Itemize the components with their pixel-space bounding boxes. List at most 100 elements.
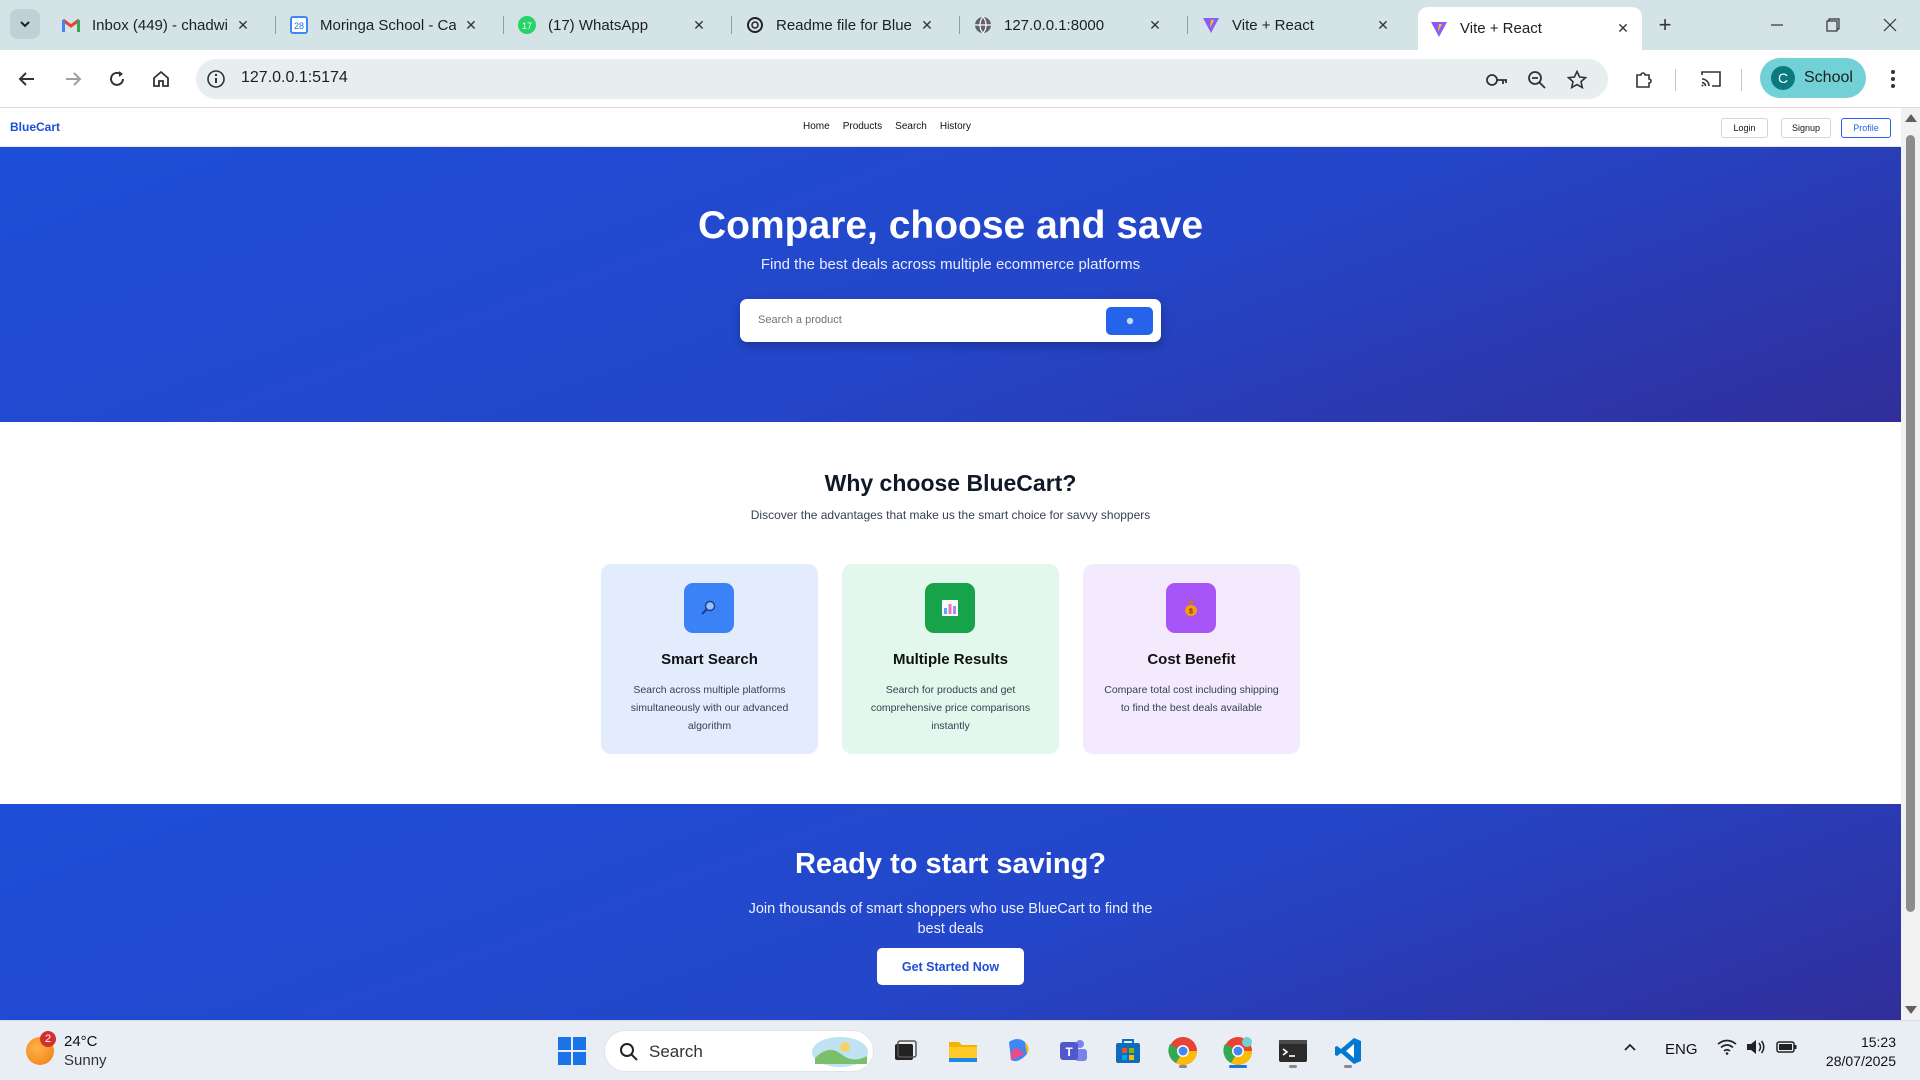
hero-section: Compare, choose and save Find the best d…: [0, 147, 1901, 422]
brand-logo[interactable]: BlueCart: [10, 120, 60, 134]
address-bar[interactable]: 127.0.0.1:5174: [196, 59, 1608, 99]
language-indicator[interactable]: ENG: [1665, 1041, 1698, 1058]
tab-localhost[interactable]: 127.0.0.1:8000 ✕: [962, 7, 1174, 43]
hero-title: Compare, choose and save: [697, 204, 1204, 247]
product-search-input[interactable]: [758, 310, 1088, 330]
close-icon[interactable]: ✕: [1146, 16, 1164, 34]
svg-text:$: $: [1189, 609, 1193, 616]
profile-chip[interactable]: C School: [1760, 58, 1866, 98]
tab-title: Moringa School - Cal: [320, 16, 456, 34]
folder-icon: [949, 1042, 977, 1062]
notification-badge: 2: [40, 1031, 56, 1047]
feature-description: Search for products and get comprehensiv…: [870, 684, 1031, 732]
bar-chart-icon: [925, 583, 975, 633]
chrome-icon: [1168, 1037, 1197, 1065]
magnifier-icon: [684, 583, 734, 633]
feature-title: Cost Benefit: [1147, 651, 1236, 668]
restore-button[interactable]: [1813, 10, 1853, 40]
restore-icon: [1826, 18, 1840, 32]
why-title: Why choose BlueCart?: [824, 470, 1077, 496]
chrome-button-1[interactable]: [1163, 1031, 1203, 1071]
weather-temp: 24°C: [64, 1033, 98, 1050]
file-explorer-button[interactable]: [943, 1031, 983, 1071]
teams-icon: T: [1060, 1040, 1087, 1061]
extensions-button[interactable]: [1630, 65, 1658, 93]
tab-vite-active[interactable]: Vite + React ✕: [1418, 7, 1642, 50]
minimize-button[interactable]: [1757, 10, 1797, 40]
chrome-button-2[interactable]: [1218, 1031, 1258, 1071]
tab-calendar[interactable]: 28 Moringa School - Cal ✕: [278, 7, 490, 43]
close-icon[interactable]: ✕: [918, 16, 936, 34]
store-button[interactable]: [1108, 1031, 1148, 1071]
nav-search-link[interactable]: Search: [895, 121, 927, 132]
feature-description: Compare total cost including shipping to…: [1104, 684, 1279, 714]
scroll-up-arrow-icon[interactable]: [1905, 114, 1917, 122]
chrome-icon: [1223, 1037, 1252, 1065]
wifi-icon[interactable]: [1717, 1039, 1737, 1059]
close-icon[interactable]: ✕: [1374, 16, 1392, 34]
close-window-button[interactable]: [1870, 10, 1910, 40]
page-scrollbar[interactable]: [1901, 108, 1920, 1020]
profile-button[interactable]: Profile: [1841, 118, 1891, 138]
bookmark-star-icon[interactable]: [1566, 69, 1588, 91]
get-started-button[interactable]: Get Started Now: [877, 948, 1024, 985]
browser-toolbar: 127.0.0.1:5174 C School: [0, 50, 1920, 108]
search-submit-button[interactable]: [1106, 307, 1153, 335]
feature-card-multiple-results: Multiple Results Search for products and…: [842, 564, 1059, 754]
home-button[interactable]: [147, 65, 175, 93]
hero-subtitle: Find the best deals across multiple ecom…: [760, 256, 1141, 273]
feature-title: Multiple Results: [892, 651, 1008, 668]
weather-widget[interactable]: 2 24°C Sunny: [26, 1031, 176, 1073]
password-key-icon[interactable]: [1486, 69, 1508, 91]
cast-button[interactable]: [1697, 65, 1725, 93]
close-icon[interactable]: ✕: [1614, 20, 1632, 38]
close-icon[interactable]: ✕: [234, 16, 252, 34]
info-icon[interactable]: [206, 69, 226, 89]
copilot-button[interactable]: [998, 1031, 1038, 1071]
gmail-icon: [62, 16, 80, 34]
nav-products-link[interactable]: Products: [843, 121, 882, 132]
new-tab-button[interactable]: +: [1652, 12, 1678, 38]
arrow-left-icon: [18, 72, 34, 86]
feature-description: Search across multiple platforms simulta…: [630, 684, 789, 732]
system-clock[interactable]: 15:23 28/07/2025: [1810, 1033, 1896, 1071]
scrollbar-thumb[interactable]: [1906, 135, 1915, 912]
windows-taskbar: 2 24°C Sunny Search T ENG 15:23 28/07/20…: [0, 1020, 1920, 1080]
nav-home-link[interactable]: Home: [803, 121, 830, 132]
copilot-icon: [1009, 1039, 1029, 1062]
signup-button[interactable]: Signup: [1781, 118, 1831, 138]
task-view-button[interactable]: [885, 1031, 925, 1071]
tab-whatsapp[interactable]: 17 (17) WhatsApp ✕: [506, 7, 718, 43]
terminal-icon: [1279, 1040, 1307, 1062]
close-icon[interactable]: ✕: [690, 16, 708, 34]
tab-vite-1[interactable]: Vite + React ✕: [1190, 7, 1402, 43]
forward-button[interactable]: [59, 65, 87, 93]
start-button[interactable]: [552, 1031, 592, 1071]
search-icon: [1126, 317, 1133, 325]
tab-chatgpt[interactable]: Readme file for Blue ✕: [734, 7, 946, 43]
close-icon[interactable]: ✕: [462, 16, 480, 34]
zoom-icon[interactable]: [1526, 69, 1548, 91]
tab-divider: [503, 16, 504, 34]
tab-search-button[interactable]: [10, 9, 40, 39]
back-button[interactable]: [13, 65, 41, 93]
login-button[interactable]: Login: [1721, 118, 1768, 138]
arrow-right-icon: [66, 72, 82, 86]
tab-divider: [275, 16, 276, 34]
tray-overflow-chevron-icon[interactable]: [1622, 1039, 1638, 1059]
vscode-icon: [1335, 1038, 1361, 1064]
browser-menu-button[interactable]: [1879, 65, 1907, 93]
weather-condition: Sunny: [64, 1052, 107, 1069]
toolbar-divider: [1741, 69, 1742, 91]
taskbar-search[interactable]: Search: [604, 1030, 874, 1072]
tab-gmail[interactable]: Inbox (449) - chadwic ✕: [50, 7, 262, 43]
terminal-button[interactable]: [1273, 1031, 1313, 1071]
vscode-button[interactable]: [1328, 1031, 1368, 1071]
scroll-down-arrow-icon[interactable]: [1905, 1006, 1917, 1014]
volume-icon[interactable]: [1746, 1039, 1766, 1059]
reload-button[interactable]: [103, 65, 131, 93]
tab-title: Vite + React: [1232, 16, 1314, 34]
teams-button[interactable]: T: [1053, 1031, 1093, 1071]
nav-history-link[interactable]: History: [940, 121, 971, 132]
battery-icon[interactable]: [1776, 1039, 1798, 1059]
